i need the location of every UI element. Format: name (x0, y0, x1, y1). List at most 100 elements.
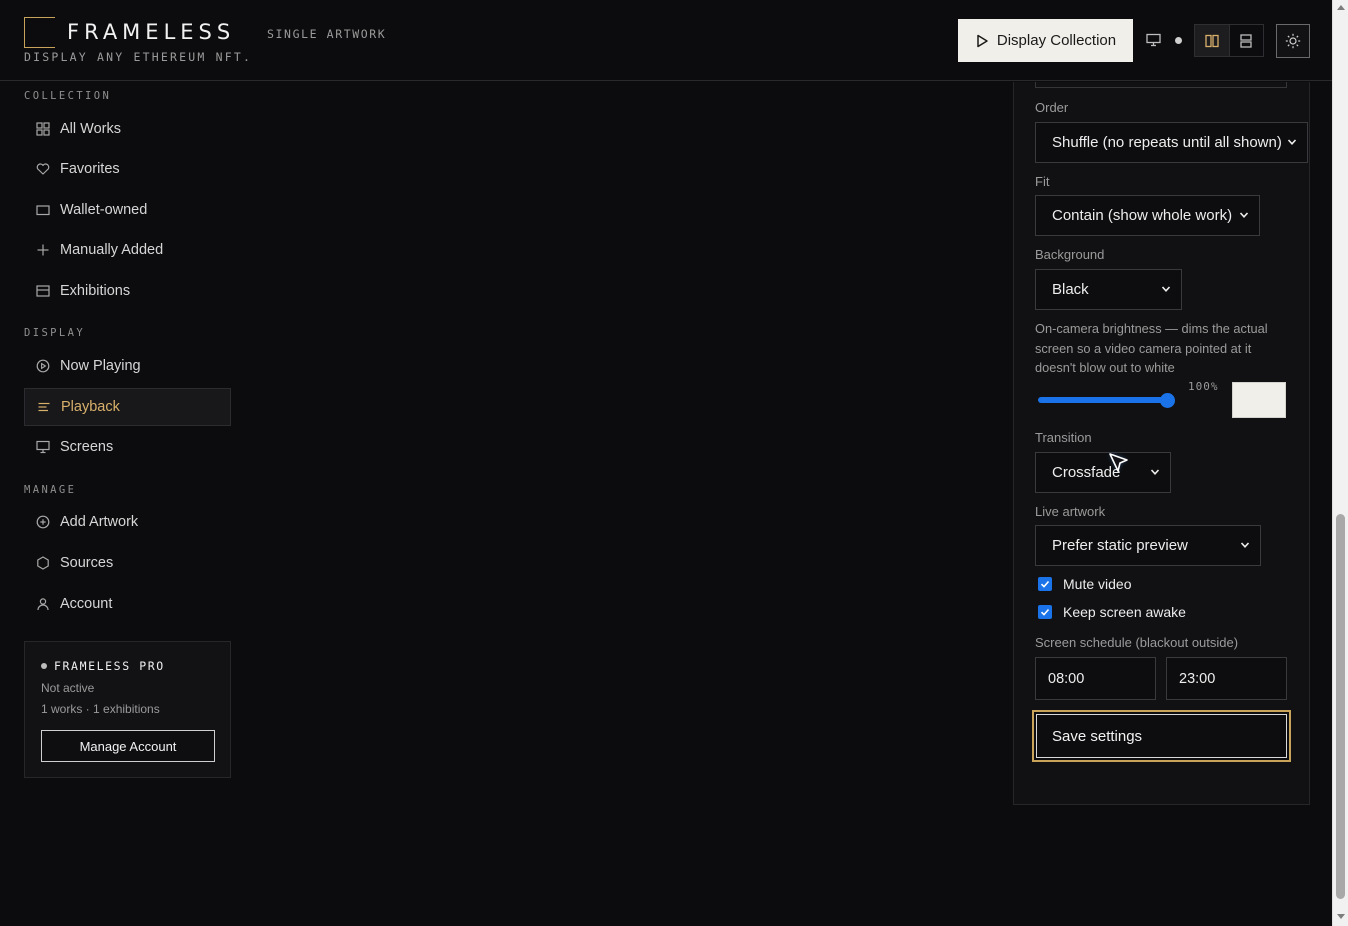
brand-name: FRAMELESS (67, 20, 236, 44)
tagline: DISPLAY ANY ETHEREUM NFT. (24, 50, 253, 64)
pro-card: FRAMELESS PRO Not active 1 works · 1 exh… (24, 641, 231, 778)
status-dot-icon (41, 663, 47, 669)
play-icon (977, 34, 988, 47)
sidebar-item-add-artwork[interactable]: Add Artwork (24, 503, 231, 541)
live-artwork-value: Prefer static preview (1052, 537, 1188, 554)
chevron-down-icon (1239, 212, 1249, 218)
brightness-slider-track[interactable] (1038, 397, 1174, 403)
sun-icon (1285, 33, 1301, 49)
rows-layout-icon[interactable] (1228, 25, 1264, 56)
pro-stats: 1 works · 1 exhibitions (41, 702, 160, 716)
chevron-down-icon (1150, 469, 1160, 475)
mute-video-row: Mute video (1038, 576, 1131, 592)
layout-toggle (1194, 24, 1264, 57)
section-title-manage: MANAGE (24, 484, 77, 496)
pro-status: Not active (41, 681, 95, 695)
heart-icon (35, 162, 50, 177)
schedule-label: Screen schedule (blackout outside) (1035, 635, 1239, 650)
fit-value: Contain (show whole work) (1052, 207, 1233, 224)
manage-account-button[interactable]: Manage Account (41, 730, 215, 762)
sidebar-item-label: Exhibitions (60, 283, 131, 299)
lines-icon (36, 400, 51, 415)
plus-icon (35, 243, 50, 258)
wallet-icon (35, 203, 50, 218)
brightness-preview-swatch (1232, 382, 1286, 418)
logo-frame-icon (24, 17, 56, 48)
sidebar-item-wallet-owned[interactable]: Wallet-owned (24, 191, 231, 229)
transition-label: Transition (1035, 430, 1092, 445)
fit-label: Fit (1035, 174, 1050, 189)
sidebar-item-label: Account (60, 596, 113, 612)
chevron-down-icon (1161, 286, 1171, 292)
mute-video-label: Mute video (1063, 576, 1132, 592)
background-label: Background (1035, 247, 1105, 262)
sidebar-item-manually-added[interactable]: Manually Added (24, 231, 231, 269)
sidebar-item-label: Wallet-owned (60, 202, 148, 218)
brightness-slider-thumb[interactable] (1160, 393, 1175, 408)
sidebar-item-label: Playback (61, 399, 120, 415)
user-icon (35, 597, 50, 612)
sidebar-item-label: Sources (60, 555, 114, 571)
previous-field-edge (1035, 82, 1287, 88)
sidebar-item-screens[interactable]: Screens (24, 428, 231, 466)
sidebar-item-favorites[interactable]: Favorites (24, 150, 231, 188)
scroll-up-arrow-icon[interactable] (1337, 5, 1345, 10)
mouse-cursor-icon (1109, 453, 1128, 472)
brightness-description: On-camera brightness — dims the actual s… (1035, 321, 1268, 375)
keep-awake-checkbox[interactable] (1038, 605, 1052, 619)
live-artwork-label: Live artwork (1035, 504, 1106, 519)
schedule-start-value: 08:00 (1048, 670, 1085, 687)
transition-select[interactable]: Crossfade (1035, 452, 1171, 493)
theme-toggle-button[interactable] (1276, 24, 1310, 58)
sidebar-item-sources[interactable]: Sources (24, 544, 231, 582)
background-select[interactable]: Black (1035, 269, 1182, 310)
sidebar-item-label: All Works (60, 121, 121, 137)
columns-layout-icon[interactable] (1195, 25, 1229, 56)
order-value: Shuffle (no repeats until all shown) (1052, 134, 1282, 151)
save-settings-button[interactable]: Save settings (1032, 710, 1291, 762)
chevron-down-icon (1240, 542, 1250, 548)
fit-select[interactable]: Contain (show whole work) (1035, 195, 1260, 236)
schedule-start-input[interactable]: 08:00 (1035, 657, 1156, 700)
brightness-value: 100% (1188, 380, 1219, 393)
background-value: Black (1052, 281, 1089, 298)
sidebar-item-label: Add Artwork (60, 514, 139, 530)
live-artwork-select[interactable]: Prefer static preview (1035, 525, 1261, 566)
display-collection-label: Display Collection (996, 32, 1117, 49)
section-title-collection: COLLECTION (24, 90, 112, 102)
checkmark-icon (1040, 608, 1050, 616)
exhibition-icon (35, 284, 50, 299)
sidebar-item-label: Now Playing (60, 358, 141, 374)
play-circle-icon (35, 359, 50, 374)
sidebar-item-account[interactable]: Account (24, 585, 231, 623)
section-title-display: DISPLAY (24, 327, 86, 339)
save-settings-label: Save settings (1036, 714, 1287, 758)
keep-awake-row: Keep screen awake (1038, 604, 1186, 620)
sidebar-item-all-works[interactable]: All Works (24, 110, 231, 148)
status-dot-icon (1173, 35, 1183, 45)
pro-title-row: FRAMELESS PRO (41, 659, 165, 673)
display-collection-button[interactable]: Display Collection (958, 19, 1133, 62)
monitor-icon (35, 440, 50, 455)
sidebar-item-label: Favorites (60, 161, 120, 177)
keep-awake-label: Keep screen awake (1063, 604, 1186, 620)
scrollbar-thumb[interactable] (1336, 514, 1345, 899)
page-scrollbar[interactable] (1332, 0, 1348, 926)
schedule-end-value: 23:00 (1179, 670, 1216, 687)
sidebar-item-playback[interactable]: Playback (24, 388, 231, 426)
scroll-down-arrow-icon[interactable] (1337, 914, 1345, 919)
grid-icon (35, 122, 50, 137)
pro-title: FRAMELESS PRO (54, 659, 165, 673)
sidebar-item-exhibitions[interactable]: Exhibitions (24, 272, 231, 310)
sidebar-item-label: Manually Added (60, 242, 164, 258)
sidebar-item-now-playing[interactable]: Now Playing (24, 347, 231, 385)
plus-circle-icon (35, 515, 50, 530)
order-select[interactable]: Shuffle (no repeats until all shown) (1035, 122, 1308, 163)
schedule-end-input[interactable]: 23:00 (1166, 657, 1287, 700)
order-label: Order (1035, 100, 1069, 115)
hexagon-icon (35, 556, 50, 571)
monitor-icon[interactable] (1144, 31, 1162, 49)
mode-label: SINGLE ARTWORK (267, 27, 387, 41)
mute-video-checkbox[interactable] (1038, 577, 1052, 591)
checkmark-icon (1040, 580, 1050, 588)
